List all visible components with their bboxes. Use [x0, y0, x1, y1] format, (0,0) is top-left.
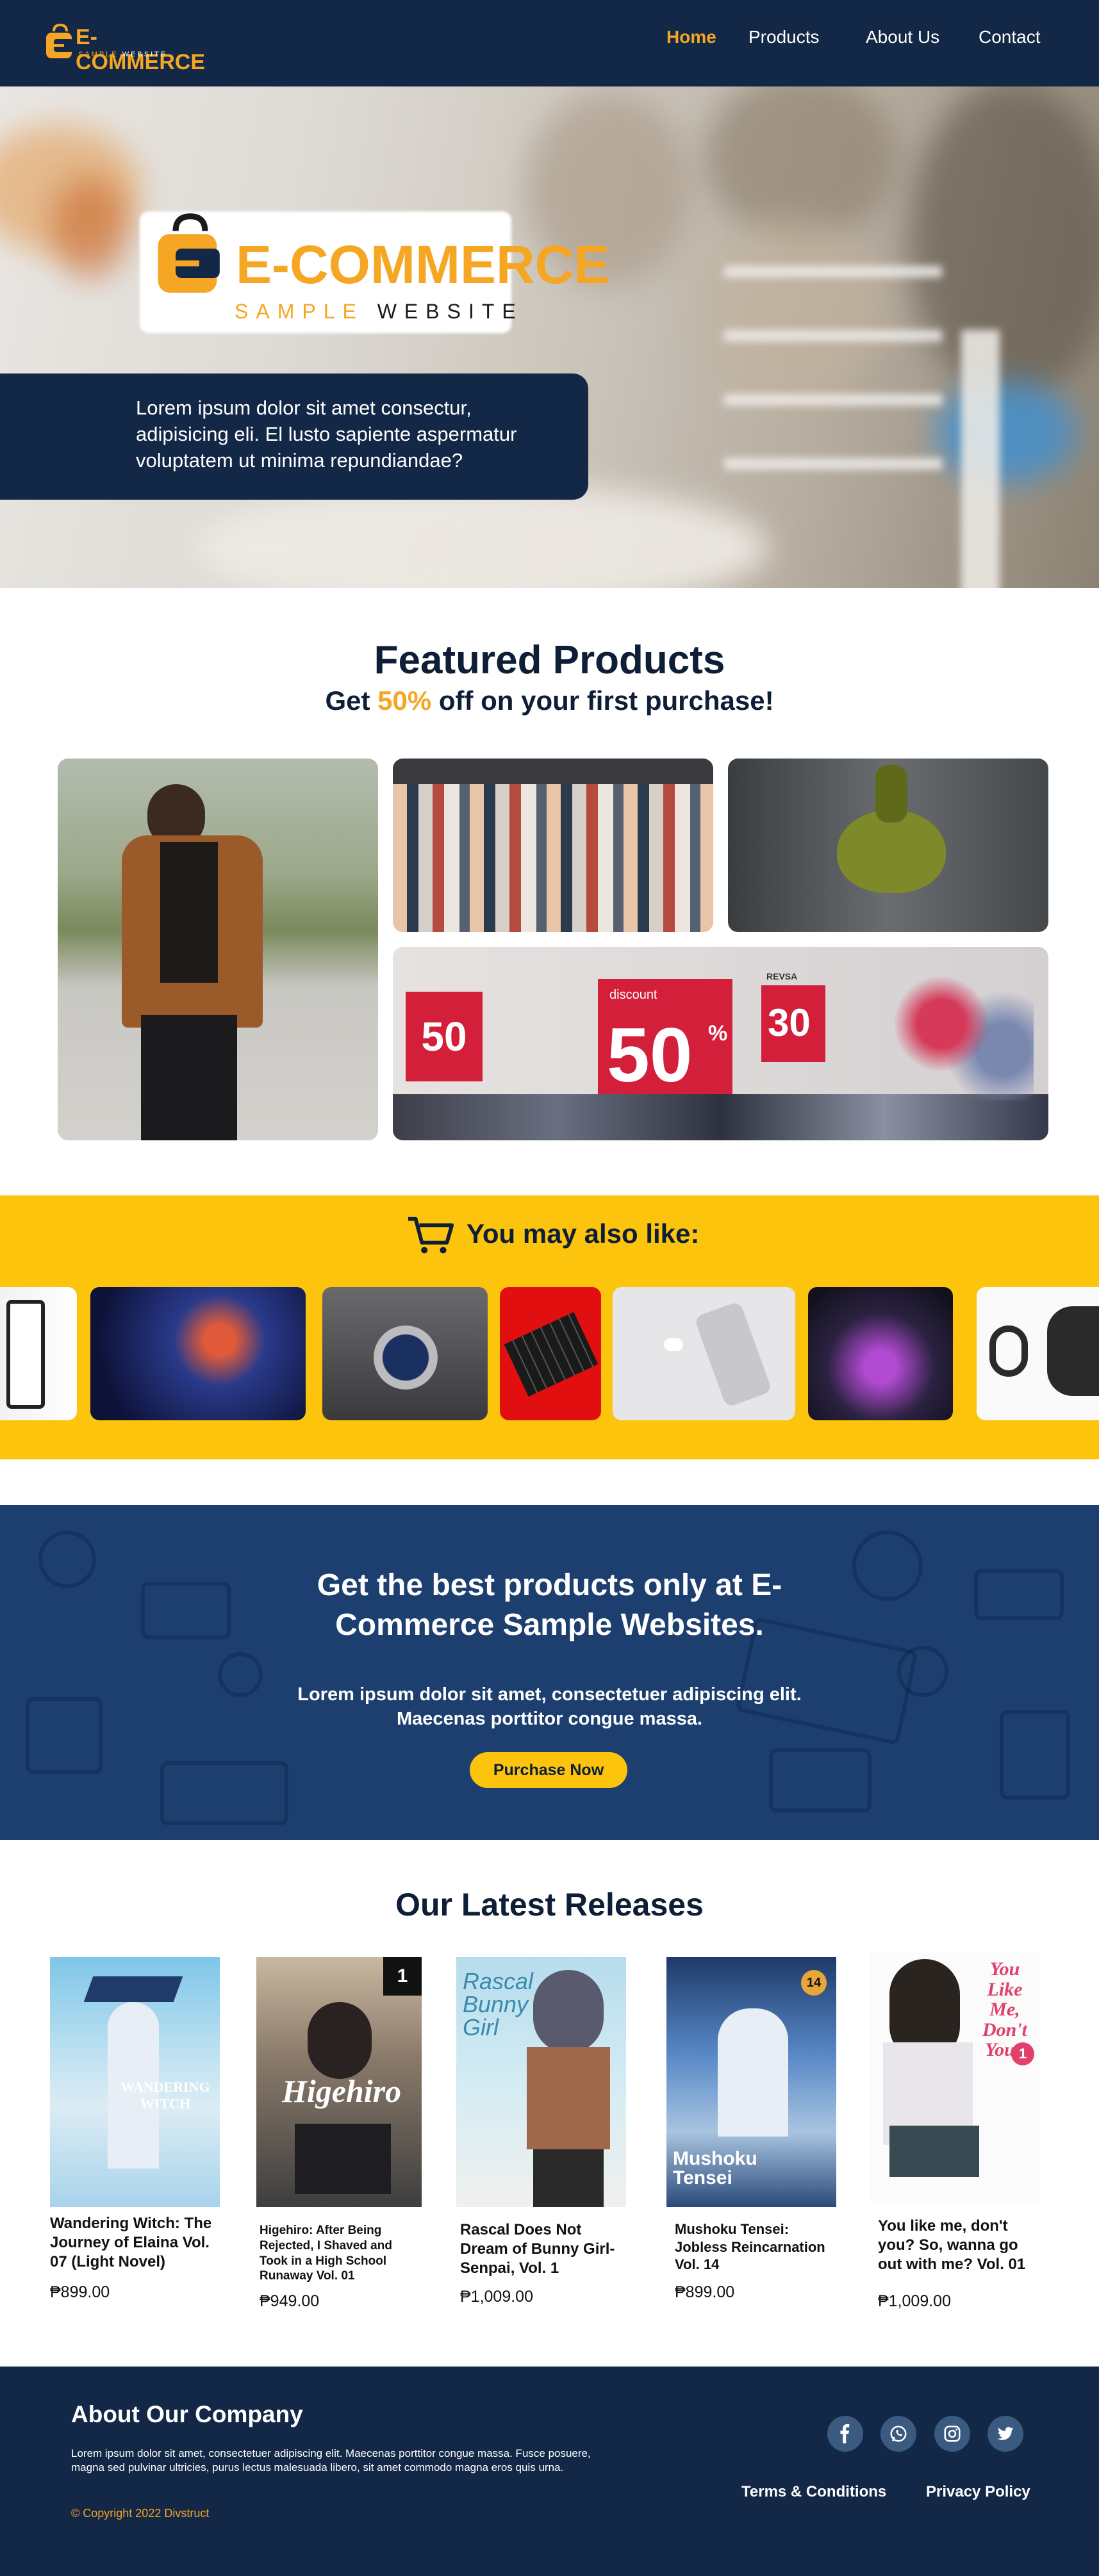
- brand-tagline: SAMPLE WEBSITE: [78, 51, 168, 58]
- recommendations-title: You may also like:: [467, 1218, 700, 1249]
- carousel-item-console[interactable]: [0, 1287, 77, 1420]
- footer-title: About Our Company: [71, 2401, 303, 2427]
- carousel-item-watch[interactable]: [322, 1287, 488, 1420]
- book-price-mushoku-tensei: ₱899.00: [675, 2283, 735, 2301]
- book-title-you-like-me[interactable]: You like me, don't you? So, wanna go out…: [878, 2217, 1045, 2274]
- privacy-policy-link[interactable]: Privacy Policy: [926, 2483, 1030, 2501]
- nav-contact[interactable]: Contact: [979, 27, 1041, 47]
- carousel-item-phone[interactable]: [613, 1287, 795, 1420]
- hero-text-box: Lorem ipsum dolor sit amet consectur, ad…: [0, 373, 588, 500]
- book-cover-rascal-bunny-girl[interactable]: Rascal Bunny Girl: [456, 1957, 626, 2207]
- promo-section: Get the best products only at E- Commerce…: [0, 1505, 1099, 1840]
- book-title-mushoku-tensei[interactable]: Mushoku Tensei: Jobless Reincarnation Vo…: [675, 2220, 841, 2274]
- footer-text: Lorem ipsum dolor sit amet, consectetuer…: [71, 2447, 591, 2474]
- book-price-higehiro: ₱949.00: [260, 2292, 320, 2310]
- book-cover-wandering-witch[interactable]: WANDERING WITCH: [50, 1957, 220, 2207]
- brand-logo[interactable]: E-COMMERCE SAMPLE WEBSITE: [45, 17, 205, 74]
- shopping-bag-logo-icon: [46, 23, 73, 58]
- whatsapp-icon[interactable]: [880, 2416, 916, 2452]
- promo-text: Lorem ipsum dolor sit amet, consectetuer…: [297, 1684, 802, 1729]
- book-cover-you-like-me[interactable]: You Like Me, Don't You? 1: [870, 1953, 1040, 2203]
- carousel-item-gaming-setup[interactable]: [90, 1287, 306, 1420]
- shopping-bag-logo-icon: [158, 213, 220, 293]
- carousel-item-mouse[interactable]: [808, 1287, 953, 1420]
- hero-logo: E-COMMERCE SAMPLE WEBSITE: [140, 122, 609, 333]
- purchase-now-button[interactable]: Purchase Now: [470, 1752, 627, 1788]
- releases-title: Our Latest Releases: [395, 1887, 704, 1923]
- terms-conditions-link[interactable]: Terms & Conditions: [741, 2483, 886, 2501]
- book-cover-mushoku-tensei[interactable]: 14 Mushoku Tensei: [666, 1957, 836, 2207]
- instagram-icon[interactable]: [934, 2416, 970, 2452]
- shopping-cart-icon: [408, 1217, 454, 1254]
- book-title-rascal-bunny-girl[interactable]: Rascal Does Not Dream of Bunny Girl-Senp…: [460, 2220, 633, 2278]
- brand-name: E-COMMERCE: [76, 25, 206, 74]
- hero-brand-name: E-COMMERCE: [236, 234, 610, 295]
- product-image-green-dress[interactable]: [728, 759, 1048, 932]
- book-price-you-like-me: ₱1,009.00: [878, 2292, 951, 2310]
- twitter-icon[interactable]: [987, 2416, 1023, 2452]
- book-cover-higehiro[interactable]: 1 Higehiro: [256, 1957, 422, 2207]
- facebook-icon[interactable]: [827, 2416, 863, 2452]
- featured-title: Featured Products: [374, 638, 725, 682]
- product-image-sale-tags[interactable]: 50 discount 50 % REVSA 30: [393, 947, 1048, 1140]
- book-title-wandering-witch[interactable]: Wandering Witch: The Journey of Elaina V…: [50, 2214, 223, 2272]
- promo-title: Get the best products only at E- Commerce…: [317, 1568, 782, 1643]
- book-price-rascal-bunny-girl: ₱1,009.00: [460, 2288, 533, 2306]
- product-image-leather-jacket[interactable]: [58, 759, 378, 1140]
- nav-about-us[interactable]: About Us: [866, 27, 939, 47]
- book-title-higehiro[interactable]: Higehiro: After Being Rejected, I Shaved…: [260, 2223, 420, 2284]
- recommendations-section: You may also like:: [0, 1195, 1099, 1459]
- featured-subtitle: Get 50% off on your first purchase!: [325, 685, 774, 716]
- hero-brand-tagline: SAMPLE WEBSITE: [235, 300, 524, 323]
- footer: About Our Company Lorem ipsum dolor sit …: [0, 2367, 1099, 2576]
- footer-copyright: © Copyright 2022 Divstruct: [71, 2507, 210, 2520]
- nav-home[interactable]: Home: [666, 27, 716, 47]
- product-image-clothes-rack[interactable]: [393, 759, 713, 932]
- nav-products[interactable]: Products: [748, 27, 820, 47]
- carousel-item-keyboard[interactable]: [500, 1287, 601, 1420]
- book-price-wandering-witch: ₱899.00: [50, 2283, 110, 2301]
- hero-text: Lorem ipsum dolor sit amet consectur, ad…: [136, 397, 517, 472]
- top-navbar: E-COMMERCE SAMPLE WEBSITE Home Products …: [0, 0, 1099, 86]
- carousel-item-vr-headset[interactable]: [977, 1287, 1099, 1420]
